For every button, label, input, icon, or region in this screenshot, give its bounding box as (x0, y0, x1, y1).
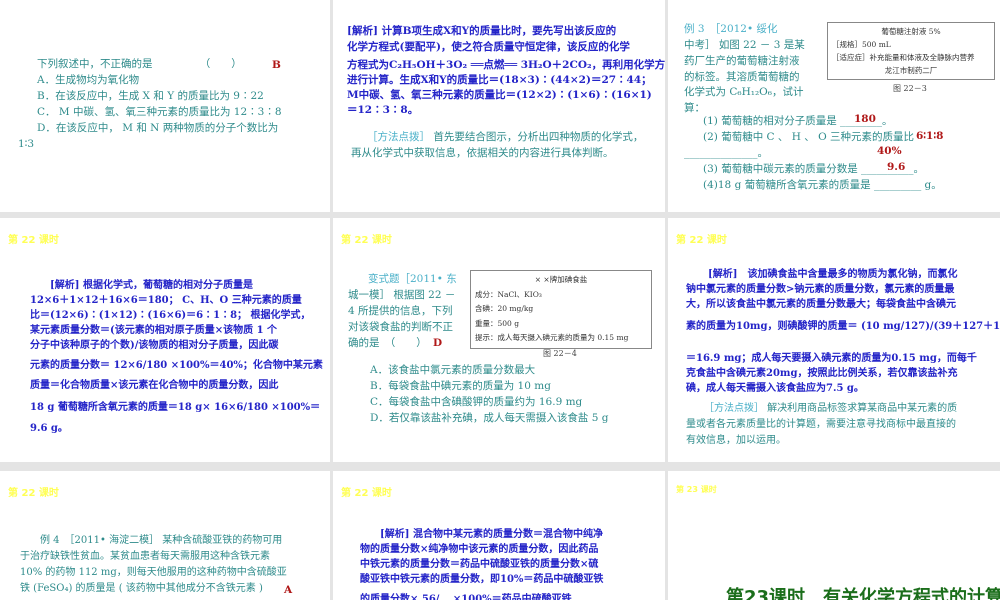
label-line: ［规格］500 mL (832, 40, 891, 49)
analysis-line: 进行计算。生成X和Y的质量比＝(18×3)∶(44×2)＝27∶44； (347, 74, 652, 86)
option-d-cont: 1∶3 (18, 138, 35, 150)
label-line: 龙江市制药二厂 (884, 66, 938, 75)
analysis-line: 素的质量为10mg，则碘酸钾的质量＝ (10 mg/127)/(39＋127＋1… (686, 321, 1000, 332)
option-b: B．每袋食盐中碘元素的质量为 10 mg (370, 380, 551, 392)
slide-thumbnail-9[interactable]: 第 23 课时 第23课时 有关化学方程式的计算 (668, 471, 1000, 600)
method-text: 首先要结合图示，分析出四种物质的化学式， (430, 131, 644, 143)
lesson-header: 第 22 课时 (676, 235, 727, 246)
question-line: 算： (684, 102, 705, 114)
analysis-line: 9.6 g。 (30, 423, 68, 434)
analysis-line: 18 g 葡萄糖所含氧元素的质量＝18 g× 16×6/180 ×100%＝ (30, 402, 321, 413)
analysis-line: 化学方程式(要配平)，使之符合质量守恒定律，该反应的化学 (347, 41, 630, 53)
question-line: 药厂生产的葡萄糖注射液 (684, 55, 800, 67)
figure-caption: 图 22－4 (543, 349, 577, 358)
analysis-line: 物的质量分数×纯净物中该元素的质量分数，因此药品 (360, 544, 599, 555)
answer: 40% (877, 145, 902, 157)
question-line: 中考］ 如图 22 － 3 是某 (684, 39, 805, 51)
analysis-line: 中铁元素的质量分数＝药品中硫酸亚铁的质量分数×硫 (360, 559, 599, 570)
slide-thumbnail-3[interactable]: 例 3 ［2012• 绥化 中考］ 如图 22 － 3 是某 药厂生产的葡萄糖注… (668, 0, 1000, 212)
option-a: A．生成物均为氧化物 (37, 74, 140, 86)
method-label: ［方法点拨］ (367, 131, 430, 143)
lesson-header: 第 22 课时 (8, 488, 59, 499)
analysis-line: 碘，成人每天需摄入该食盐应为7.5 g。 (686, 383, 864, 394)
analysis-line: M中碳、氢、氧三种元素的质量比＝(12×2)∶(1×6)∶(16×1) (347, 89, 652, 101)
question-line: 于治疗缺铁性贫血。某贫血患者每天需服用这种含铁元素 (20, 551, 270, 562)
option-c: C． M 中碳、氢、氧三种元素的质量比为 12∶3∶8 (37, 106, 282, 118)
label-line: 重量：500 g (475, 318, 520, 328)
answer: 6∶1∶8 (916, 130, 944, 142)
analysis-line: 的质量分数× 56/… ×100%＝药品中硫酸亚铁 (360, 594, 572, 600)
analysis-line: [解析] 根据化学式，葡萄糖的相对分子质量是 (50, 280, 253, 291)
analysis-line: 酸亚铁中铁元素的质量分数，即10%＝药品中硫酸亚铁 (360, 574, 604, 585)
sub-question: (4)18 g 葡萄糖所含氧元素的质量是 _________ g。 (703, 179, 942, 191)
lesson-header: 第 22 课时 (341, 488, 392, 499)
analysis-line: 方程式为C₂H₅OH＋3O₂ ══点燃══ 3H₂O＋2CO₂，再利用化学方程式 (347, 59, 665, 71)
option-d: D．若仅靠该盐补充碘，成人每天需摄入该食盐 5 g (370, 412, 609, 424)
lesson-header: 第 23 课时 (676, 485, 717, 494)
slide-thumbnail-1[interactable]: 下列叙述中，不正确的是 （ ） B A．生成物均为氧化物 B．在该反应中，生成 … (0, 0, 330, 212)
question-text: 下列叙述中，不正确的是 （ ） (37, 58, 242, 70)
lesson-header: 第 22 课时 (341, 235, 392, 246)
label-line: 葡萄糖注射液 5% (881, 27, 941, 36)
analysis-line: 钠中氯元素的质量分数>钠元素的质量分数，氯元素的质量最 (686, 284, 955, 295)
analysis-line: [解析] 混合物中某元素的质量分数＝混合物中纯净 (380, 529, 603, 540)
question-line: 确的是 （ ） (348, 337, 427, 349)
example-title: 例 3 ［2012• 绥化 (684, 23, 778, 35)
slide-title: 第23课时 有关化学方程式的计算 (726, 587, 1000, 600)
analysis-line: 某元素质量分数＝(该元素的相对原子质量×该物质 1 个 (30, 325, 278, 336)
answer: D (433, 337, 443, 349)
question-line: 城一模］ 根据图 22 － (348, 289, 456, 301)
example-title: 变式题［2011• 东 (368, 273, 457, 285)
method-label: ［方法点拨］ (704, 403, 764, 414)
question-line: 4 所提供的信息，下列 (348, 305, 453, 317)
analysis-line: 质量＝化合物质量×该元素在化合物中的质量分数，因此 (30, 380, 279, 391)
analysis-line: 比＝(12×6)∶(1×12)∶(16×6)＝6∶1∶8； 根据化学式， (30, 310, 311, 321)
slide-thumbnail-7[interactable]: 第 22 课时 例 4 ［2011• 海淀二模］ 某种含硫酸亚铁的药物可用 于治… (0, 471, 330, 600)
label-line: 成分：NaCl、KIO₃ (475, 289, 542, 299)
blank: ______________。 (684, 147, 768, 159)
slide-thumbnail-4[interactable]: 第 22 课时 [解析] 根据化学式，葡萄糖的相对分子质量是 12×6＋1×12… (0, 218, 330, 462)
answer: 180 (854, 113, 876, 125)
analysis-line: 12×6＋1×12＋16×6＝180； C、H、O 三种元素的质量 (30, 295, 302, 306)
analysis-line: 克食盐中含碘元素20mg，按照此比例关系，若仅靠该盐补充 (686, 368, 958, 379)
answer: A (284, 584, 293, 596)
analysis-line: 分子中该种原子的个数)/该物质的相对分子质量，因此碳 (30, 340, 279, 351)
label-line: × ×牌加碘食盐 (534, 275, 588, 284)
question-line: 对该袋食盐的判断不正 (348, 321, 453, 333)
analysis-line: 元素的质量分数＝ 12×6/180 ×100%＝40%；化合物中某元素 (30, 360, 323, 371)
option-b: B．在该反应中，生成 X 和 Y 的质量比为 9∶22 (37, 90, 264, 102)
method-text: 有效信息，加以运用。 (686, 435, 786, 446)
option-a: A．该食盐中氯元素的质量分数最大 (370, 364, 536, 376)
option-c: C．每袋食盐中含碘酸钾的质量约为 16.9 mg (370, 396, 583, 408)
label-line: 提示：成人每天摄入碘元素的质量为 0.15 mg (475, 333, 629, 342)
slide-thumbnail-2[interactable]: [解析] 计算B项生成X和Y的质量比时，要先写出该反应的 化学方程式(要配平)，… (333, 0, 665, 212)
method-text: 再从化学式中获取信息，依据相关的内容进行具体判断。 (351, 147, 614, 159)
slide-thumbnail-6[interactable]: 第 22 课时 [解析] 该加碘食盐中含量最多的物质为氯化钠，而氯化 钠中氯元素… (668, 218, 1000, 462)
question-line: 例 4 ［2011• 海淀二模］ 某种含硫酸亚铁的药物可用 (40, 535, 283, 546)
slide-thumbnail-5[interactable]: 第 22 课时 变式题［2011• 东 城一模］ 根据图 22 － 4 所提供的… (333, 218, 665, 462)
analysis-line: [解析] 该加碘食盐中含量最多的物质为氯化钠，而氯化 (708, 269, 958, 280)
method-text: 量或者各元素质量比的计算题，需要注意寻找商标中最直接的 (686, 419, 956, 430)
label-line: ［适应症］补充能量和体液及全静脉内营养 (832, 53, 975, 62)
method-text: 解决利用商品标签求算某商品中某元素的质 (764, 403, 958, 414)
lesson-header: 第 22 课时 (8, 235, 59, 246)
analysis-line: [解析] 计算B项生成X和Y的质量比时，要先写出该反应的 (347, 25, 617, 37)
analysis-line: ＝12∶3∶8。 (347, 104, 419, 116)
salt-label-figure: × ×牌加碘食盐 成分：NaCl、KIO₃ 含碘：20 mg/kg 重量：500… (470, 270, 652, 349)
answer: 9.6 (887, 161, 906, 173)
glucose-label-figure: 葡萄糖注射液 5% ［规格］500 mL ［适应症］补充能量和体液及全静脉内营养… (827, 22, 995, 80)
analysis-line: 大，所以该食盐中氯元素的质量分数最大；每袋食盐中含碘元 (686, 299, 956, 310)
answer: B (272, 59, 281, 71)
label-line: 含碘：20 mg/kg (475, 304, 534, 313)
slide-thumbnail-8[interactable]: 第 22 课时 [解析] 混合物中某元素的质量分数＝混合物中纯净 物的质量分数×… (333, 471, 665, 600)
figure-caption: 图 22－3 (893, 84, 927, 93)
question-line: 的标签。其溶质葡萄糖的 (684, 71, 800, 83)
question-line: 10% 的药物 112 mg，则每天他服用的这种药物中含硫酸亚 (20, 567, 287, 578)
option-d: D．在该反应中， M 和 N 两种物质的分子个数比为 (37, 122, 279, 134)
question-line: 化学式为 C₆H₁₂O₆，试计 (684, 86, 804, 98)
question-line: 铁 (FeSO₄) 的质量是 ( 该药物中其他成分不含铁元素 ) (20, 583, 263, 594)
sub-question: (2) 葡萄糖中 C 、 H 、 O 三种元素的质量比 (703, 131, 915, 143)
analysis-line: ＝16.9 mg；成人每天要摄入碘元素的质量为0.15 mg，而每千 (686, 353, 977, 364)
